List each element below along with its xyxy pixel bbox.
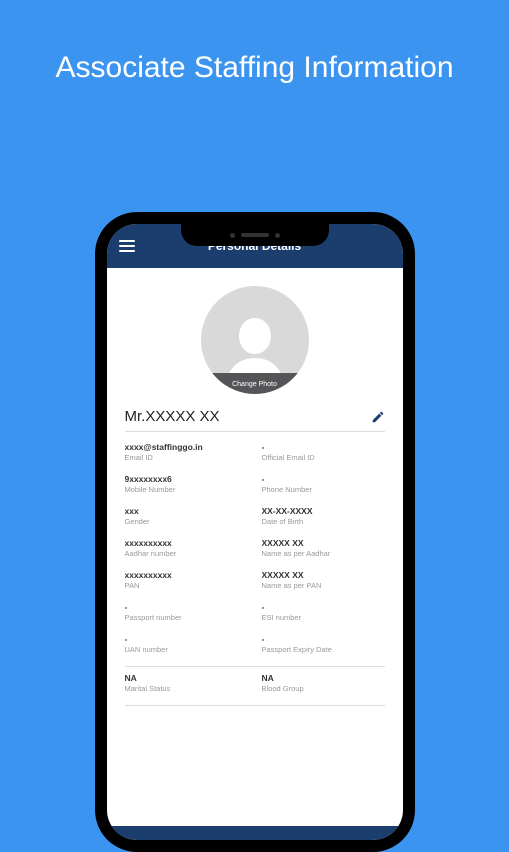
name-row: Mr.XXXXX XX [125, 408, 385, 432]
divider [125, 705, 385, 706]
field-label: Passport Expiry Date [262, 645, 385, 654]
field-value: NA [125, 673, 248, 683]
field-label: ESI number [262, 613, 385, 622]
menu-icon[interactable] [119, 240, 135, 252]
avatar[interactable]: Change Photo [201, 286, 309, 394]
field-value: - [125, 634, 248, 644]
field-value: XXXXX XX [262, 538, 385, 548]
field-label: Name as per Aadhar [262, 549, 385, 558]
field-gender: xxx Gender [125, 506, 248, 526]
field-value: - [262, 634, 385, 644]
field-label: PAN [125, 581, 248, 590]
field-marital: NA Marital Status [125, 673, 248, 693]
field-label: Marital Status [125, 684, 248, 693]
field-value: XX-XX-XXXX [262, 506, 385, 516]
field-blood: NA Blood Group [262, 673, 385, 693]
field-value: xxxxxxxxxx [125, 570, 248, 580]
page-title: Associate Staffing Information [0, 0, 509, 87]
field-label: Date of Birth [262, 517, 385, 526]
field-value: - [262, 442, 385, 452]
field-uan: - UAN number [125, 634, 248, 654]
field-value: xxxx@staffinggo.in [125, 442, 248, 452]
field-label: Email ID [125, 453, 248, 462]
field-value: 9xxxxxxxx6 [125, 474, 248, 484]
field-pan-name: XXXXX XX Name as per PAN [262, 570, 385, 590]
content: Mr.XXXXX XX xxxx@staffinggo.in Email ID … [107, 394, 403, 706]
field-label: Name as per PAN [262, 581, 385, 590]
field-passport: - Passport number [125, 602, 248, 622]
field-label: Gender [125, 517, 248, 526]
field-email: xxxx@staffinggo.in Email ID [125, 442, 248, 462]
field-aadhar: xxxxxxxxxx Aadhar number [125, 538, 248, 558]
field-dob: XX-XX-XXXX Date of Birth [262, 506, 385, 526]
profile-name: Mr.XXXXX XX [125, 408, 220, 425]
field-label: Passport number [125, 613, 248, 622]
field-value: xxxxxxxxxx [125, 538, 248, 548]
field-label: UAN number [125, 645, 248, 654]
fields-grid: xxxx@staffinggo.in Email ID - Official E… [125, 442, 385, 662]
field-phone: - Phone Number [262, 474, 385, 494]
field-value: - [262, 602, 385, 612]
avatar-section: Change Photo [107, 268, 403, 394]
phone-frame: Personal Details Change Photo Mr.XXXXX X… [95, 212, 415, 852]
field-label: Mobile Number [125, 485, 248, 494]
field-label: Blood Group [262, 684, 385, 693]
divider [125, 666, 385, 667]
field-label: Aadhar number [125, 549, 248, 558]
field-value: - [125, 602, 248, 612]
field-value: XXXXX XX [262, 570, 385, 580]
field-value: xxx [125, 506, 248, 516]
field-label: Official Email ID [262, 453, 385, 462]
edit-icon[interactable] [371, 410, 385, 424]
field-esi: - ESI number [262, 602, 385, 622]
phone-notch [181, 224, 329, 246]
field-label: Phone Number [262, 485, 385, 494]
change-photo-button[interactable]: Change Photo [201, 373, 309, 394]
field-pan: xxxxxxxxxx PAN [125, 570, 248, 590]
field-mobile: 9xxxxxxxx6 Mobile Number [125, 474, 248, 494]
field-aadhar-name: XXXXX XX Name as per Aadhar [262, 538, 385, 558]
field-official-email: - Official Email ID [262, 442, 385, 462]
field-value: - [262, 474, 385, 484]
field-value: NA [262, 673, 385, 683]
bottom-nav[interactable] [107, 826, 403, 840]
fields-grid-2: NA Marital Status NA Blood Group [125, 673, 385, 701]
field-passport-expiry: - Passport Expiry Date [262, 634, 385, 654]
screen: Personal Details Change Photo Mr.XXXXX X… [107, 224, 403, 840]
